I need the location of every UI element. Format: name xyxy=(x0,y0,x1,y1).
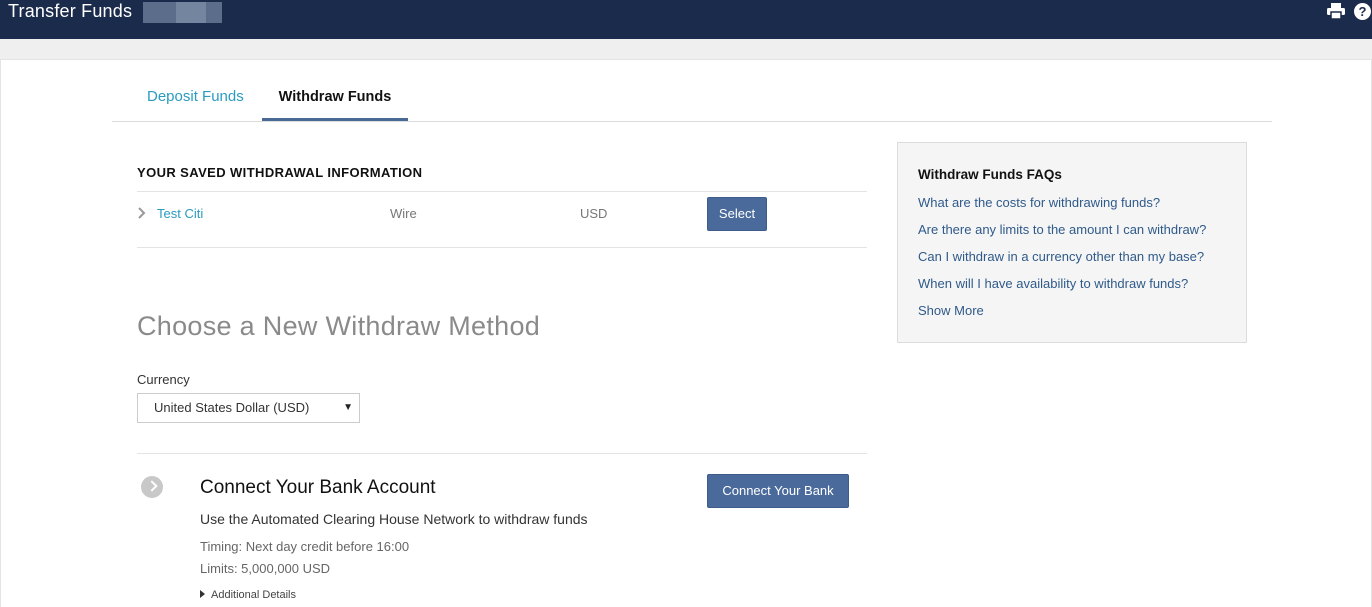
saved-account-name[interactable]: Test Citi xyxy=(157,206,203,221)
bank-method-description: Use the Automated Clearing House Network… xyxy=(200,511,588,527)
account-selector[interactable] xyxy=(143,2,222,23)
faq-link-currency[interactable]: Can I withdraw in a currency other than … xyxy=(918,249,1204,264)
faq-panel: Withdraw Funds FAQs What are the costs f… xyxy=(897,142,1247,343)
saved-withdrawal-row: Test Citi Wire USD Select xyxy=(137,192,867,247)
faq-link-costs[interactable]: What are the costs for withdrawing funds… xyxy=(918,195,1160,210)
tab-bar: Deposit Funds Withdraw Funds xyxy=(112,79,1272,122)
currency-select[interactable]: United States Dollar (USD) ▼ xyxy=(137,393,360,423)
print-icon[interactable] xyxy=(1326,3,1346,20)
saved-account-currency: USD xyxy=(580,206,608,221)
caret-right-icon xyxy=(200,590,205,598)
divider xyxy=(137,247,867,248)
page-title: Transfer Funds xyxy=(8,1,133,21)
header-strip xyxy=(0,39,1372,59)
chevron-right-icon[interactable] xyxy=(137,206,147,220)
additional-details-label: Additional Details xyxy=(211,589,296,601)
faq-link-limits[interactable]: Are there any limits to the amount I can… xyxy=(918,222,1206,237)
faq-link-availability[interactable]: When will I have availability to withdra… xyxy=(918,276,1188,291)
additional-details-toggle[interactable]: Additional Details xyxy=(200,589,296,601)
tab-withdraw-funds[interactable]: Withdraw Funds xyxy=(262,79,408,121)
bank-method-title: Connect Your Bank Account xyxy=(200,477,436,498)
saved-account-method: Wire xyxy=(390,206,417,221)
divider xyxy=(137,453,867,454)
caret-down-icon: ▼ xyxy=(343,402,353,413)
currency-label: Currency xyxy=(137,372,190,387)
choose-method-title: Choose a New Withdraw Method xyxy=(137,311,541,341)
faq-show-more[interactable]: Show More xyxy=(918,303,984,318)
help-icon[interactable]: ? xyxy=(1354,1,1372,21)
select-button[interactable]: Select xyxy=(707,197,767,231)
connect-bank-button[interactable]: Connect Your Bank xyxy=(707,474,849,508)
chevron-circle-icon[interactable] xyxy=(141,476,163,498)
saved-withdrawal-heading: YOUR SAVED WITHDRAWAL INFORMATION xyxy=(137,165,423,180)
faq-title: Withdraw Funds FAQs xyxy=(918,167,1062,182)
bank-timing: Timing: Next day credit before 16:00 xyxy=(200,539,410,554)
top-bar: Transfer Funds ? xyxy=(0,0,1372,39)
currency-select-value: United States Dollar (USD) xyxy=(154,400,310,415)
tab-deposit-funds[interactable]: Deposit Funds xyxy=(132,79,259,122)
bank-limits: Limits: 5,000,000 USD xyxy=(200,561,331,576)
